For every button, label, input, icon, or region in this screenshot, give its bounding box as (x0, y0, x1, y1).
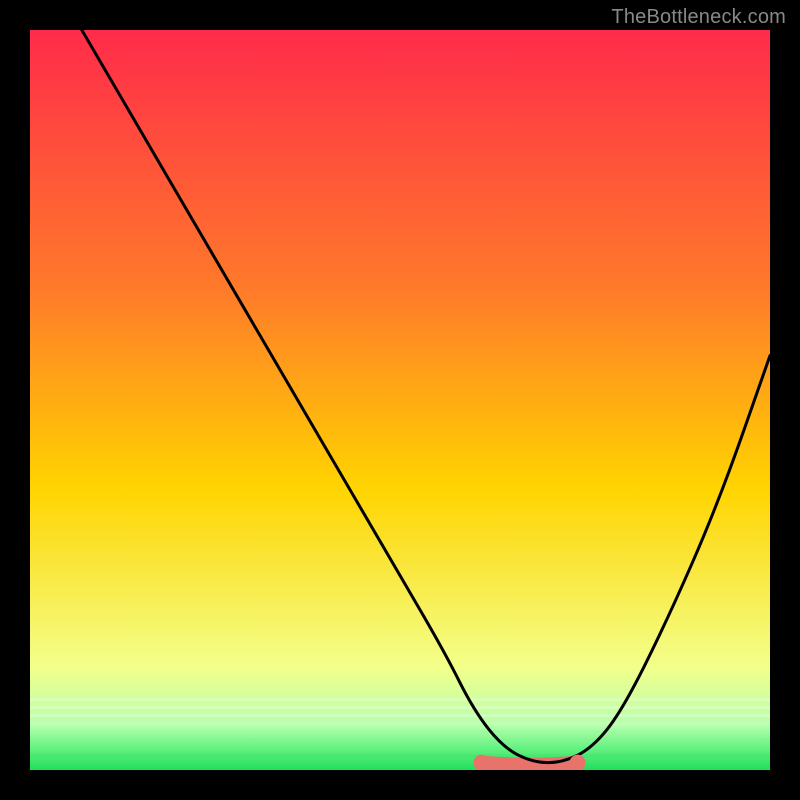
chart-frame: TheBottleneck.com (0, 0, 800, 800)
watermark-text: TheBottleneck.com (611, 6, 786, 29)
highlight-dot-start (473, 755, 489, 770)
gradient-background (30, 30, 770, 770)
chart-svg (30, 30, 770, 770)
highlight-segment (481, 763, 577, 765)
plot-area (30, 30, 770, 770)
highlight-dot-end (570, 755, 586, 770)
